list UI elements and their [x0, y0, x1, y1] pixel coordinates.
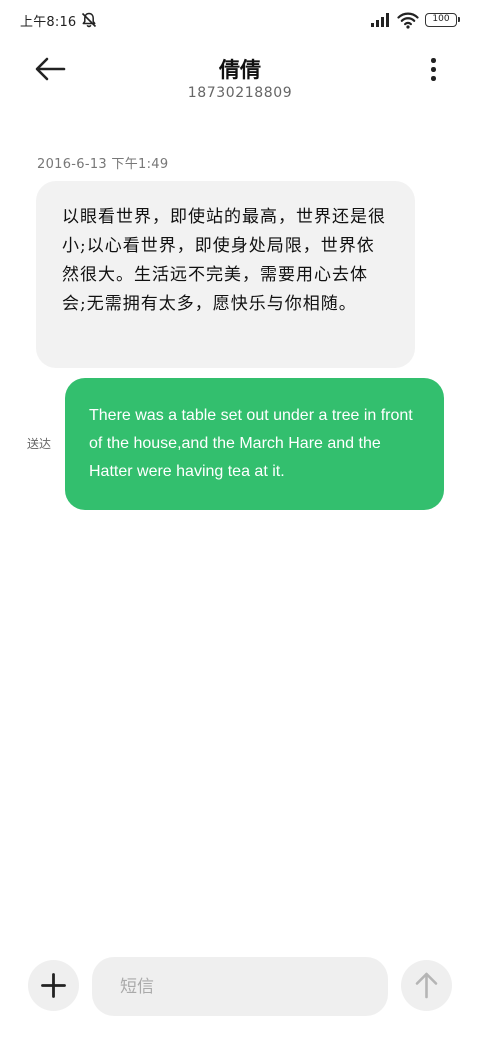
- contact-phone-number: 18730218809: [187, 85, 293, 101]
- add-attachment-button[interactable]: [28, 960, 79, 1011]
- battery-icon: 100: [425, 13, 460, 27]
- status-bar: 上午8:16 100: [0, 0, 480, 40]
- more-vertical-icon: [431, 58, 436, 63]
- contact-name: 倩倩: [219, 58, 261, 82]
- send-button[interactable]: [401, 960, 452, 1011]
- delivery-status-label: 送达: [27, 437, 52, 451]
- more-vertical-dot: [431, 67, 436, 72]
- more-options-button[interactable]: [418, 52, 448, 86]
- signal-icon: [370, 12, 392, 28]
- more-vertical-dot: [431, 76, 436, 81]
- message-timestamp: 2016-6-13 下午1:49: [37, 157, 169, 172]
- plus-icon: [41, 973, 66, 998]
- message-compose-input[interactable]: [92, 957, 388, 1016]
- status-time: 上午8:16: [20, 15, 77, 30]
- outgoing-message-text: There was a table set out under a tree i…: [89, 407, 413, 480]
- outgoing-message-bubble[interactable]: There was a table set out under a tree i…: [65, 378, 444, 510]
- send-arrow-up-icon: [415, 972, 438, 999]
- wifi-icon: [397, 11, 419, 29]
- mute-notification-icon: [80, 11, 98, 29]
- incoming-message-text: 以眼看世界，即使站的最高，世界还是很小;以心看世界，即使身处局限，世界依然很大。…: [62, 207, 386, 314]
- incoming-message-bubble[interactable]: 以眼看世界，即使站的最高，世界还是很小;以心看世界，即使身处局限，世界依然很大。…: [36, 181, 415, 368]
